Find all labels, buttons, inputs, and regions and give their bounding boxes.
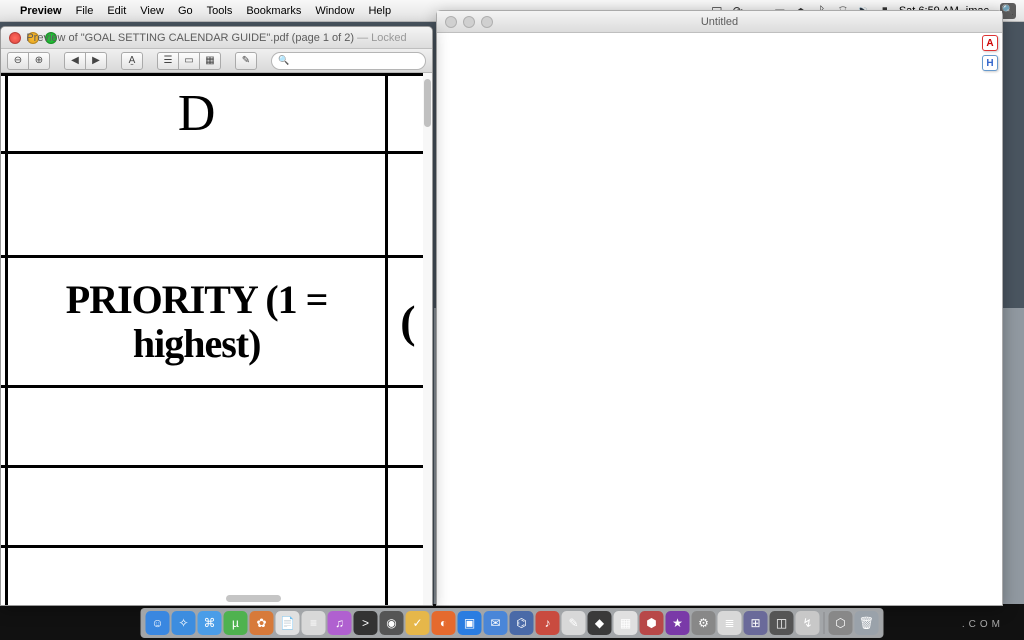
- aperture-icon[interactable]: ◉: [380, 611, 404, 635]
- todo-icon[interactable]: ✓: [406, 611, 430, 635]
- untitled-window: Untitled A H: [436, 10, 1003, 606]
- badge-a[interactable]: A: [982, 35, 998, 51]
- edit-menu[interactable]: Edit: [107, 5, 126, 17]
- app1-icon[interactable]: ⌬: [510, 611, 534, 635]
- firefox-icon[interactable]: ◐: [432, 611, 456, 635]
- zoom-in-button[interactable]: ⊕: [28, 52, 50, 70]
- grid-icon: ▦: [205, 55, 214, 66]
- xcode-icon[interactable]: ⌘: [198, 611, 222, 635]
- next-page-button[interactable]: ▶: [85, 52, 107, 70]
- dock: ☺✧⌘µ✿📄≡♫>◉✓◐▣✉⌬♪✎◆▦⬢★⚙≣⊞◫↯ ⬡🗑: [141, 608, 884, 638]
- pages-icon[interactable]: ✎: [562, 611, 586, 635]
- search-icon: 🔍: [278, 55, 289, 66]
- search-field[interactable]: 🔍: [271, 52, 426, 70]
- playlist-icon[interactable]: ≡: [302, 611, 326, 635]
- file-menu[interactable]: File: [76, 5, 94, 17]
- preview-window: Preview of "GOAL SETTING CALENDAR GUIDE"…: [0, 26, 433, 606]
- annotate-button[interactable]: ✎: [235, 52, 257, 70]
- notes-icon[interactable]: ♪: [536, 611, 560, 635]
- preview-toolbar: ⊖ ⊕ ◀ ▶ A̱ ☰ ▭ ▦ ✎ 🔍: [1, 49, 432, 73]
- zoom-out-button[interactable]: ⊖: [7, 52, 29, 70]
- thumbs-icon: ☰: [164, 55, 173, 66]
- cell-d: D: [7, 75, 387, 153]
- window-menu[interactable]: Window: [315, 5, 354, 17]
- utorrent-icon[interactable]: µ: [224, 611, 248, 635]
- flow-icon[interactable]: ↯: [796, 611, 820, 635]
- select-text-button[interactable]: A̱: [121, 52, 143, 70]
- finder-icon[interactable]: ☺: [146, 611, 170, 635]
- untitled-title: Untitled: [437, 16, 1002, 28]
- badge-h[interactable]: H: [982, 55, 998, 71]
- vertical-scrollbar[interactable]: [423, 73, 432, 605]
- text-select-icon: A̱: [129, 55, 136, 66]
- arrow-left-icon: ◀: [71, 55, 79, 66]
- itunes-icon[interactable]: ♫: [328, 611, 352, 635]
- tools-menu[interactable]: Tools: [207, 5, 233, 17]
- preview-title: Preview of "GOAL SETTING CALENDAR GUIDE"…: [1, 32, 432, 44]
- view-menu[interactable]: View: [140, 5, 164, 17]
- untitled-minimize-button[interactable]: [463, 16, 475, 28]
- zoom-out-icon: ⊖: [14, 55, 22, 66]
- minimize-button[interactable]: [27, 32, 39, 44]
- safari-icon[interactable]: ✧: [172, 611, 196, 635]
- palette-icon[interactable]: ✿: [250, 611, 274, 635]
- app3-icon[interactable]: ⬢: [640, 611, 664, 635]
- close-button[interactable]: [9, 32, 21, 44]
- app2-icon[interactable]: ◆: [588, 611, 612, 635]
- bookmarks-menu[interactable]: Bookmarks: [246, 5, 301, 17]
- settings-icon[interactable]: ⚙: [692, 611, 716, 635]
- view-grid-button[interactable]: ▦: [199, 52, 221, 70]
- untitled-zoom-button[interactable]: [481, 16, 493, 28]
- app6-icon[interactable]: ⬡: [829, 611, 853, 635]
- pencil-icon: ✎: [242, 55, 250, 66]
- document-area[interactable]: D PRIORITY (1 = highest) (: [1, 73, 432, 605]
- notepad-icon[interactable]: ≣: [718, 611, 742, 635]
- prev-page-button[interactable]: ◀: [64, 52, 86, 70]
- app4-icon[interactable]: ★: [666, 611, 690, 635]
- arrow-right-icon: ▶: [92, 55, 100, 66]
- untitled-close-button[interactable]: [445, 16, 457, 28]
- trash-icon[interactable]: 🗑: [855, 611, 879, 635]
- app5-icon[interactable]: ⊞: [744, 611, 768, 635]
- view-sheet-button[interactable]: ▭: [178, 52, 200, 70]
- horizontal-scrollbar-thumb[interactable]: [226, 595, 281, 602]
- cell-priority: PRIORITY (1 = highest): [7, 257, 387, 387]
- help-menu[interactable]: Help: [368, 5, 391, 17]
- mail-icon[interactable]: ✉: [484, 611, 508, 635]
- pdf-page: D PRIORITY (1 = highest) (: [1, 73, 431, 605]
- go-menu[interactable]: Go: [178, 5, 193, 17]
- background-com-text: .COM: [962, 619, 1004, 630]
- vertical-scrollbar-thumb[interactable]: [424, 79, 431, 127]
- calendar-icon[interactable]: ▦: [614, 611, 638, 635]
- terminal-icon[interactable]: >: [354, 611, 378, 635]
- dropbox-icon[interactable]: ▣: [458, 611, 482, 635]
- untitled-body[interactable]: A H: [437, 33, 1002, 605]
- zoom-button[interactable]: [45, 32, 57, 44]
- zoom-in-icon: ⊕: [35, 55, 43, 66]
- screenshot-icon[interactable]: ◫: [770, 611, 794, 635]
- doc-icon[interactable]: 📄: [276, 611, 300, 635]
- app-menu[interactable]: Preview: [20, 5, 62, 17]
- sheet-icon: ▭: [184, 55, 193, 66]
- untitled-titlebar[interactable]: Untitled: [437, 11, 1002, 33]
- dock-separator: [824, 612, 825, 634]
- view-thumbs-button[interactable]: ☰: [157, 52, 179, 70]
- preview-titlebar[interactable]: Preview of "GOAL SETTING CALENDAR GUIDE"…: [1, 27, 432, 49]
